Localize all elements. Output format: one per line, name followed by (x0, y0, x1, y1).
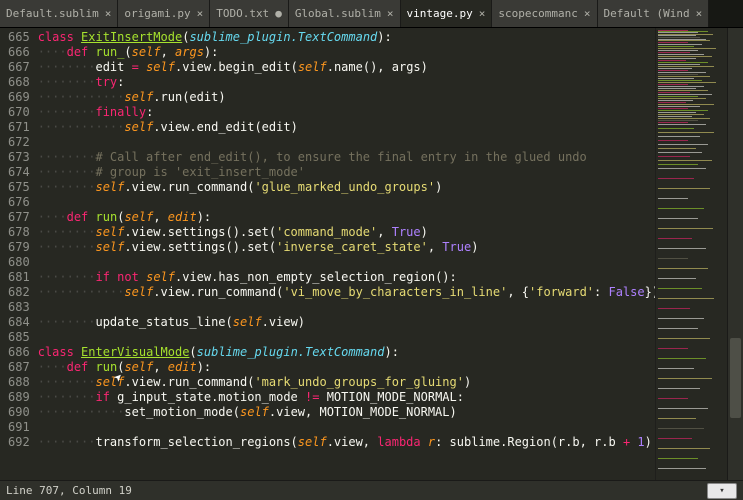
code-line: ········# Call after end_edit(), to ensu… (38, 150, 655, 165)
tab-label: scopecommanc (498, 7, 577, 20)
code-line: ········transform_selection_regions(self… (38, 435, 655, 450)
code-line: ········if g_input_state.motion_mode != … (38, 390, 655, 405)
code-line: ········if not self.view.has_non_empty_s… (38, 270, 655, 285)
close-icon[interactable] (584, 7, 591, 20)
tab-label: Default (Wind (604, 7, 690, 20)
code-line: ····def run_(self, args): (38, 45, 655, 60)
tab-2[interactable]: TODO.txt (210, 0, 289, 27)
dirty-indicator-icon[interactable] (275, 7, 282, 20)
line-number: 683 (8, 300, 30, 315)
line-number: 685 (8, 330, 30, 345)
line-number: 680 (8, 255, 30, 270)
code-line: class EnterVisualMode(sublime_plugin.Tex… (38, 345, 655, 360)
code-line: ········try: (38, 75, 655, 90)
minimap-content (656, 28, 727, 480)
tab-6[interactable]: Default (Wind (598, 0, 710, 27)
line-number: 691 (8, 420, 30, 435)
code-line: ········self.view.settings().set('comman… (38, 225, 655, 240)
code-line (38, 420, 655, 435)
code-editor[interactable]: class ExitInsertMode(sublime_plugin.Text… (38, 28, 655, 480)
line-number: 686 (8, 345, 30, 360)
tab-bar: Default.sublim origami.py TODO.txt Global.s… (0, 0, 743, 28)
line-number: 676 (8, 195, 30, 210)
code-line: ············set_motion_mode(self.view, M… (38, 405, 655, 420)
code-line: ········self.view.run_command('mark_undo… (38, 375, 655, 390)
status-cursor-position: Line 707, Column 19 (6, 484, 703, 497)
tab-5[interactable]: scopecommanc (492, 0, 597, 27)
line-number: 675 (8, 180, 30, 195)
code-line (38, 255, 655, 270)
line-number: 689 (8, 390, 30, 405)
line-number: 688 (8, 375, 30, 390)
code-line: ········self.view.settings().set('invers… (38, 240, 655, 255)
status-bar: Line 707, Column 19 ▾ (0, 480, 743, 500)
code-line: ············self.view.end_edit(edit) (38, 120, 655, 135)
tab-label: TODO.txt (216, 7, 269, 20)
code-line: ····def run(self, edit): (38, 360, 655, 375)
tab-label: Global.sublim (295, 7, 381, 20)
tab-3[interactable]: Global.sublim (289, 0, 401, 27)
tab-label: vintage.py (407, 7, 473, 20)
line-number: 667 (8, 60, 30, 75)
code-line: ········# group is 'exit_insert_mode' (38, 165, 655, 180)
line-number: 665 (8, 30, 30, 45)
line-number: 679 (8, 240, 30, 255)
close-icon[interactable] (105, 7, 112, 20)
code-line: class ExitInsertMode(sublime_plugin.Text… (38, 30, 655, 45)
line-number: 669 (8, 90, 30, 105)
line-number: 690 (8, 405, 30, 420)
line-number: 692 (8, 435, 30, 450)
chevron-down-icon: ▾ (719, 486, 724, 496)
code-line (38, 330, 655, 345)
code-line: ····def run(self, edit): (38, 210, 655, 225)
tab-label: origami.py (124, 7, 190, 20)
tab-0[interactable]: Default.sublim (0, 0, 118, 27)
code-line: ········finally: (38, 105, 655, 120)
tab-label: Default.sublim (6, 7, 99, 20)
scroll-thumb[interactable] (730, 338, 741, 418)
close-icon[interactable] (387, 7, 394, 20)
line-number: 671 (8, 120, 30, 135)
line-number: 678 (8, 225, 30, 240)
code-line (38, 135, 655, 150)
line-number: 677 (8, 210, 30, 225)
status-dropdown[interactable]: ▾ (707, 483, 737, 499)
close-icon[interactable] (197, 7, 204, 20)
tab-1[interactable]: origami.py (118, 0, 210, 27)
line-number-gutter: 6656666676686696706716726736746756766776… (0, 28, 38, 480)
line-number: 673 (8, 150, 30, 165)
minimap[interactable] (655, 28, 727, 480)
line-number: 674 (8, 165, 30, 180)
code-line: ············self.run(edit) (38, 90, 655, 105)
code-line: ········edit = self.view.begin_edit(self… (38, 60, 655, 75)
line-number: 668 (8, 75, 30, 90)
close-icon[interactable] (696, 7, 703, 20)
line-number: 672 (8, 135, 30, 150)
line-number: 687 (8, 360, 30, 375)
line-number: 681 (8, 270, 30, 285)
line-number: 684 (8, 315, 30, 330)
code-line (38, 300, 655, 315)
code-line: ············self.view.run_command('vi_mo… (38, 285, 655, 300)
tab-4[interactable]: vintage.py (401, 0, 493, 27)
close-icon[interactable] (479, 7, 486, 20)
code-line: ········update_status_line(self.view) (38, 315, 655, 330)
code-line (38, 195, 655, 210)
line-number: 670 (8, 105, 30, 120)
line-number: 666 (8, 45, 30, 60)
editor-area: 6656666676686696706716726736746756766776… (0, 28, 743, 480)
vertical-scrollbar[interactable] (727, 28, 743, 480)
line-number: 682 (8, 285, 30, 300)
code-line: ········self.view.run_command('glue_mark… (38, 180, 655, 195)
